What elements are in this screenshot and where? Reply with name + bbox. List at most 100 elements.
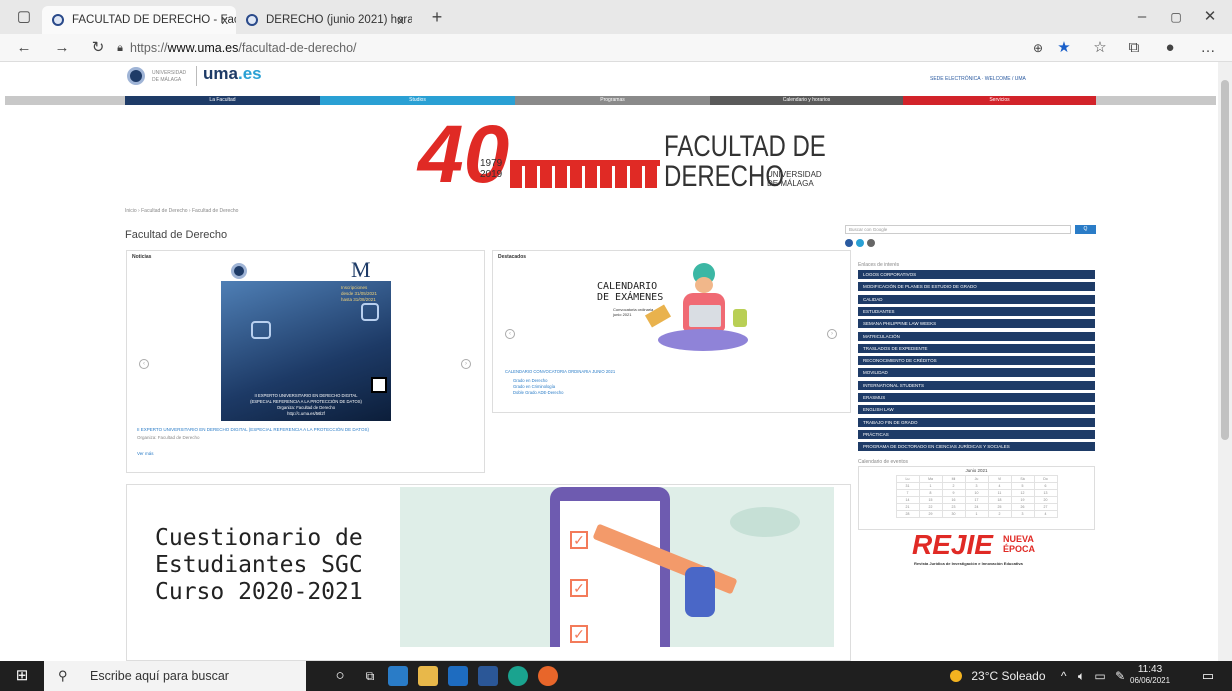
edge-icon[interactable] [508, 666, 528, 686]
prev-slide-icon[interactable]: ‹ [505, 329, 515, 339]
nav-item-estudios[interactable]: Studios [320, 96, 515, 105]
breadcrumb[interactable]: Inicio › Facultad de Derecho › Facultad … [125, 208, 325, 215]
file-explorer-icon[interactable] [418, 666, 438, 686]
weather-text[interactable]: 23°C Soleado [971, 669, 1045, 683]
more-menu-icon[interactable]: … [1198, 36, 1218, 60]
calendar-day[interactable]: 17 [964, 496, 989, 504]
word-icon[interactable] [478, 666, 498, 686]
news-more-link[interactable]: Ver más [137, 451, 154, 456]
cortana-icon[interactable]: ○ [330, 664, 350, 688]
zoom-icon[interactable]: ⊕ [1028, 36, 1048, 60]
calendar-day[interactable]: 23 [941, 503, 966, 511]
close-window-icon[interactable]: ✕ [1200, 5, 1220, 29]
calendar-day[interactable]: 14 [895, 496, 920, 504]
calendar-day[interactable]: 3 [1010, 510, 1035, 518]
minimize-icon[interactable]: – [1132, 5, 1152, 29]
calendar-day[interactable]: 7 [895, 489, 920, 497]
next-slide-icon[interactable]: › [461, 359, 471, 369]
next-slide-icon[interactable]: › [827, 329, 837, 339]
favorites-icon[interactable]: ☆ [1090, 36, 1110, 60]
notifications-icon[interactable]: ▭ [1198, 664, 1218, 688]
reload-icon[interactable]: ↻ [88, 36, 108, 60]
calendar-day[interactable]: 15 [918, 496, 943, 504]
task-view-icon[interactable]: ⧉ [360, 664, 380, 688]
news-caption-link[interactable]: II EXPERTO UNIVERSITARIO EN DERECHO DIGI… [137, 427, 369, 432]
instagram-icon[interactable] [867, 239, 875, 247]
nav-item-facultad[interactable]: La Facultad [125, 96, 320, 105]
calendar-day[interactable]: 2 [987, 510, 1012, 518]
sidebar-link-button[interactable]: MOVILIDAD [858, 368, 1095, 379]
sidebar-link-button[interactable]: ENGLISH LAW [858, 405, 1095, 416]
facebook-icon[interactable] [845, 239, 853, 247]
volume-icon[interactable]: 🔈︎ [1078, 669, 1085, 683]
calendar-day[interactable]: 28 [895, 510, 920, 518]
calendar-day[interactable]: 30 [941, 510, 966, 518]
sidebar-link-button[interactable]: TRABAJO FIN DE GRADO [858, 417, 1095, 428]
calendar-day[interactable]: 1 [918, 482, 943, 490]
calendar-day[interactable]: 18 [987, 496, 1012, 504]
network-icon[interactable]: ▭ [1094, 669, 1105, 683]
sidebar-link-button[interactable]: PRÁCTICAS [858, 429, 1095, 440]
calendar-day[interactable]: 5 [1010, 482, 1035, 490]
taskbar-search[interactable]: ⚲ Escribe aquí para buscar [44, 661, 306, 691]
sidebar-link-button[interactable]: CALIDAD [858, 294, 1095, 305]
calendar-day[interactable]: 22 [918, 503, 943, 511]
prev-slide-icon[interactable]: ‹ [139, 359, 149, 369]
sidebar-link-button[interactable]: ESTUDIANTES [858, 306, 1095, 317]
calendar-day[interactable]: 27 [1033, 503, 1058, 511]
forward-icon[interactable]: → [52, 36, 72, 60]
uma-logo[interactable]: uma.es [203, 64, 262, 84]
survey-banner[interactable]: Cuestionario de Estudiantes SGC Curso 20… [126, 484, 851, 661]
nav-item-programas[interactable]: Programas [515, 96, 710, 105]
profile-icon[interactable]: ● [1160, 36, 1180, 60]
lock-icon[interactable]: 🔒︎ [112, 36, 128, 60]
calendar-day[interactable]: 21 [895, 503, 920, 511]
calendar-day[interactable]: 26 [1010, 503, 1035, 511]
sidebar-link-button[interactable]: ERASMUS [858, 393, 1095, 403]
tab-horarios[interactable]: DERECHO (junio 2021) horarios x [236, 6, 412, 34]
calendar-day[interactable]: 8 [918, 489, 943, 497]
close-tab-icon[interactable]: x [398, 6, 405, 34]
calendar-day[interactable]: 2 [941, 482, 966, 490]
store-icon[interactable] [388, 666, 408, 686]
new-tab-button[interactable]: + [426, 5, 448, 29]
sidebar-link-button[interactable]: SEMANA PHILIPPINE LAW WEEKS [858, 319, 1095, 330]
rejie-logo[interactable]: REJIE [912, 530, 993, 560]
calendar-day[interactable]: 9 [941, 489, 966, 497]
twitter-icon[interactable] [856, 239, 864, 247]
collections-icon[interactable]: ⧉ [1124, 36, 1144, 60]
calendar-day[interactable]: 19 [1010, 496, 1035, 504]
calendar-day[interactable]: 31 [895, 482, 920, 490]
calendar-day[interactable]: 13 [1033, 489, 1058, 497]
nav-item-servicios[interactable]: Servicios [903, 96, 1096, 105]
pen-icon[interactable]: ✎ [1115, 669, 1125, 683]
calendar-day[interactable]: 29 [918, 510, 943, 518]
news-slide-image[interactable]: Inscripciones desde 31/05/2021 hasta 31/… [221, 281, 391, 421]
sidebar-link-button[interactable]: MODIFICACIÓN DE PLANES DE ESTUDIO DE GRA… [858, 282, 1095, 293]
windows-start-icon[interactable]: ⊞ [12, 664, 32, 688]
calendar-day[interactable]: 16 [941, 496, 966, 504]
search-button[interactable]: Q [1075, 225, 1096, 234]
calendar-day[interactable]: 6 [1033, 482, 1058, 490]
clock[interactable]: 11:43 06/06/2021 [1130, 664, 1170, 686]
google-search-input[interactable]: Buscar con Google [845, 225, 1071, 234]
calendar-day[interactable]: 1 [964, 510, 989, 518]
scroll-thumb[interactable] [1221, 80, 1229, 440]
calendar-day[interactable]: 24 [964, 503, 989, 511]
calendar-day[interactable]: 12 [1010, 489, 1035, 497]
url-field[interactable]: https://www.uma.es/facultad-de-derecho/ [130, 37, 357, 59]
close-tab-icon[interactable]: x [222, 6, 229, 34]
sidebar-link-button[interactable]: INTERNATIONAL STUDENTS [858, 380, 1095, 391]
list-item[interactable]: Doble Grado ADE-Derecho [513, 390, 564, 396]
sidebar-link-button[interactable]: PROGRAMA DE DOCTORADO EN CIENCIAS JURÍDI… [858, 442, 1095, 453]
firefox-icon[interactable] [538, 666, 558, 686]
tab-actions-icon[interactable]: ▢ [14, 5, 34, 29]
back-icon[interactable]: ← [14, 36, 34, 60]
sidebar-link-button[interactable]: LOGOS CORPORATIVOS [858, 270, 1095, 280]
outlook-icon[interactable] [448, 666, 468, 686]
calendar-day[interactable]: 10 [964, 489, 989, 497]
sidebar-link-button[interactable]: MATRICULACIÓN [858, 331, 1095, 342]
nav-item-calendario[interactable]: Calendario y horarios [710, 96, 903, 105]
calendar-day[interactable]: 25 [987, 503, 1012, 511]
calendar-day[interactable]: 4 [987, 482, 1012, 490]
